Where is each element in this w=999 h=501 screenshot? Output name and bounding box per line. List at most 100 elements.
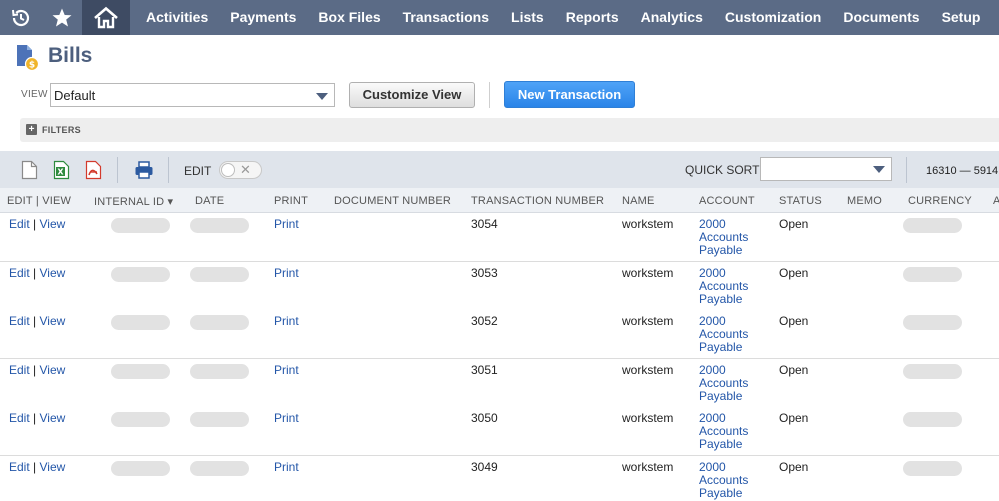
print-link[interactable]: Print [274,267,299,280]
column-header-status[interactable]: STATUS [779,195,822,207]
separator: | [29,314,40,328]
table-row: Edit | View Print 3052 workstem 2000 Accounts… [0,310,999,359]
edit-link[interactable]: Edit [9,266,30,280]
print-link[interactable]: Print [274,315,299,328]
star-icon[interactable] [41,0,82,35]
edit-link[interactable]: Edit [9,460,30,474]
nav-item-reports[interactable]: Reports [555,0,630,35]
column-header-name[interactable]: NAME [622,195,655,207]
column-header-transaction-number[interactable]: TRANSACTION NUMBER [471,195,604,207]
svg-text:$: $ [29,61,35,71]
column-header-document-number[interactable]: DOCUMENT NUMBER [334,195,451,207]
column-header-print[interactable]: PRINT [274,195,308,207]
status-text: Open [779,217,809,231]
column-header-amount[interactable]: A [993,195,999,207]
edit-link[interactable]: Edit [9,314,30,328]
filters-label: FILTERS [42,125,81,135]
redacted-currency [903,364,962,379]
table-header: EDIT | VIEW INTERNAL ID ▾ DATE PRINT DOC… [0,188,999,213]
recent-history-icon[interactable] [0,0,41,35]
account-link[interactable]: 2000 Accounts Payable [699,461,748,500]
edit-view-cell: Edit | View [9,364,65,377]
home-icon[interactable] [82,0,130,35]
print-link[interactable]: Print [274,412,299,425]
vendor-name: workstem [622,266,674,280]
edit-toggle[interactable]: ✕ [219,161,262,179]
expand-plus-icon[interactable]: + [26,124,37,135]
nav-item-payments[interactable]: Payments [219,0,307,35]
page-title: Bills [48,44,93,67]
view-link[interactable]: View [39,363,65,377]
separator: | [29,363,40,377]
quick-sort-select[interactable] [760,157,892,181]
separator: | [29,411,40,425]
column-header-currency[interactable]: CURRENCY [908,195,972,207]
column-header-date[interactable]: DATE [195,195,224,207]
account-link[interactable]: 2000 Accounts Payable [699,412,748,451]
edit-link[interactable]: Edit [9,217,30,231]
nav-item-activities[interactable]: Activities [135,0,219,35]
redacted-date [190,364,249,379]
list-toolbar: X EDIT ✕ QUICK SORT 16310 — 5914 [0,151,999,188]
print-link[interactable]: Print [274,364,299,377]
chevron-down-icon [316,93,328,100]
account-link[interactable]: 2000 Accounts Payable [699,364,748,403]
nav-item-transactions[interactable]: Transactions [392,0,500,35]
transaction-number: 3049 [471,460,498,474]
redacted-internal-id [111,218,170,233]
status-text: Open [779,314,809,328]
nav-item-customization[interactable]: Customization [714,0,832,35]
view-select[interactable]: Default [50,83,335,107]
redacted-date [190,267,249,282]
account-link[interactable]: 2000 Accounts Payable [699,267,748,306]
status-text: Open [779,266,809,280]
redacted-currency [903,267,962,282]
redacted-date [190,218,249,233]
pdf-export-icon[interactable] [85,160,102,180]
separator: | [29,217,40,231]
print-link[interactable]: Print [274,218,299,231]
status-text: Open [779,363,809,377]
page-range-text: 16310 — 5914 [926,165,999,177]
customize-view-button[interactable]: Customize View [349,82,475,108]
table-row: Edit | View Print 3053 workstem 2000 Accounts… [0,262,999,311]
divider [168,157,169,183]
account-name-line2: Payable [699,486,743,500]
table-row: Edit | View Print 3051 workstem 2000 Accounts… [0,359,999,408]
view-link[interactable]: View [39,460,65,474]
transaction-number: 3053 [471,266,498,280]
redacted-date [190,412,249,427]
table-row: Edit | View Print 3054 workstem 2000 Accounts… [0,213,999,262]
account-link[interactable]: 2000 Accounts Payable [699,218,748,257]
svg-text:X: X [57,168,64,177]
new-transaction-button[interactable]: New Transaction [504,81,635,108]
column-header-account[interactable]: ACCOUNT [699,195,755,207]
nav-item-analytics[interactable]: Analytics [630,0,714,35]
print-link[interactable]: Print [274,461,299,474]
new-document-icon[interactable] [21,160,38,180]
transaction-number: 3051 [471,363,498,377]
view-link[interactable]: View [39,314,65,328]
divider [906,157,907,183]
nav-item-documents[interactable]: Documents [832,0,930,35]
separator: | [29,460,40,474]
view-link[interactable]: View [39,217,65,231]
edit-link[interactable]: Edit [9,363,30,377]
print-icon[interactable] [134,160,154,180]
bills-icon: $ [16,44,40,72]
view-link[interactable]: View [39,266,65,280]
excel-export-icon[interactable]: X [53,160,70,180]
nav-item-lists[interactable]: Lists [500,0,555,35]
edit-link[interactable]: Edit [9,411,30,425]
filters-bar[interactable]: + FILTERS [20,118,999,142]
nav-item-box-files[interactable]: Box Files [307,0,391,35]
column-header-internal-id[interactable]: INTERNAL ID ▾ [94,195,173,208]
edit-view-cell: Edit | View [9,461,65,474]
view-label: VIEW [21,89,48,100]
column-header-memo[interactable]: MEMO [847,195,882,207]
view-link[interactable]: View [39,411,65,425]
account-link[interactable]: 2000 Accounts Payable [699,315,748,354]
close-icon: ✕ [240,162,251,177]
nav-item-setup[interactable]: Setup [931,0,992,35]
edit-view-cell: Edit | View [9,315,65,328]
